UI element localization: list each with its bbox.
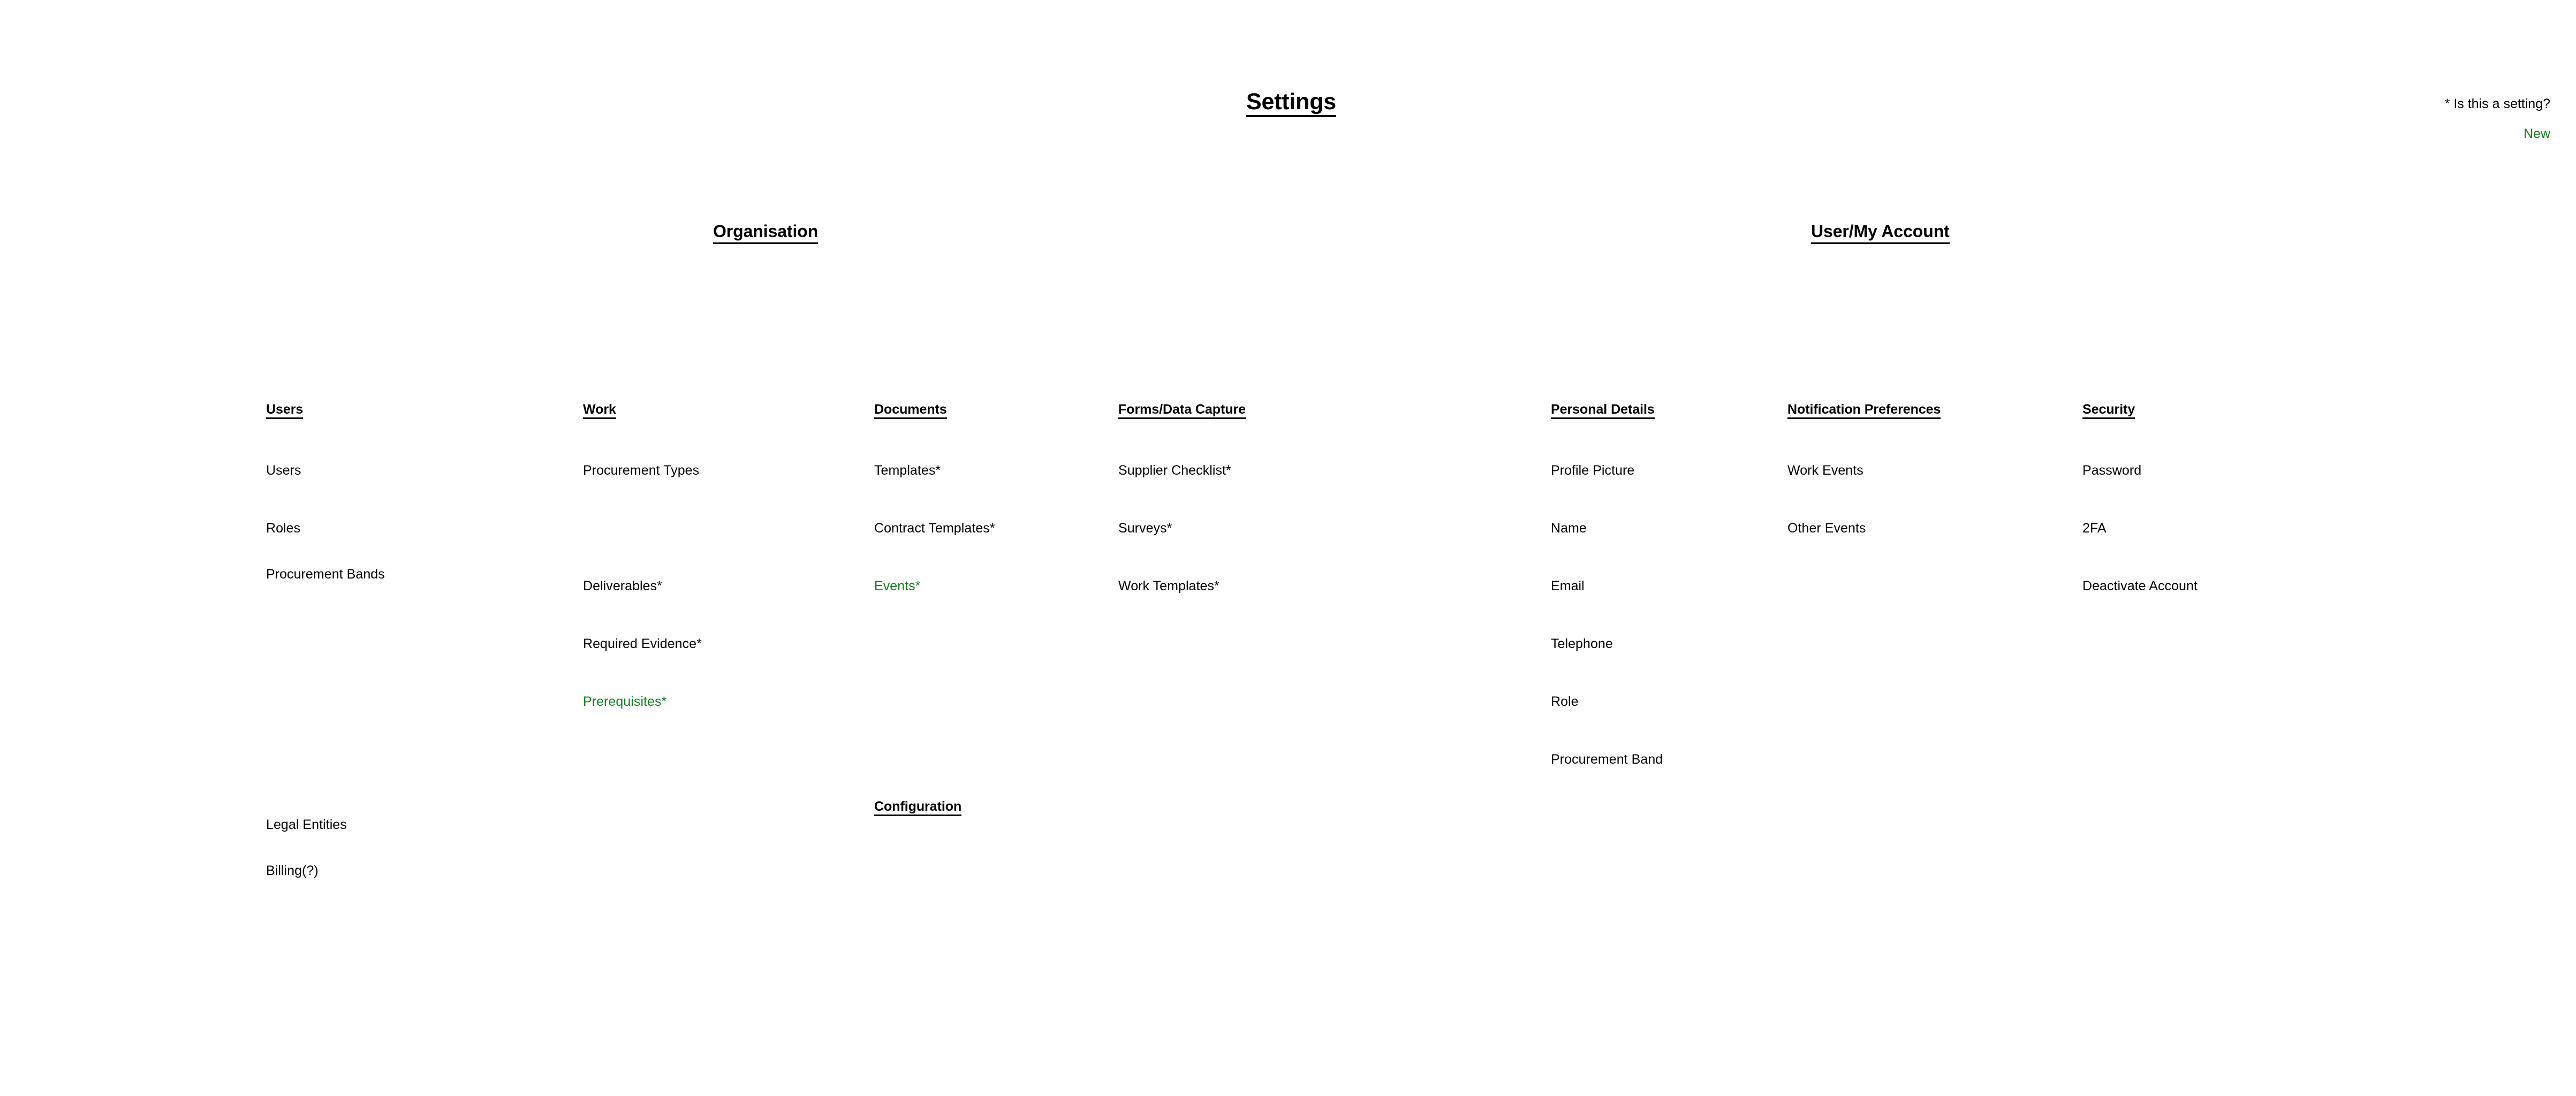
column-header-notification-preferences: Notification Preferences xyxy=(1787,402,1941,420)
list-item[interactable]: Legal Entities xyxy=(266,818,347,832)
list-item[interactable]: Email xyxy=(1551,579,1585,593)
list-item[interactable]: Deactivate Account xyxy=(2082,579,2198,593)
list-item[interactable]: Supplier Checklist* xyxy=(1118,463,1231,478)
list-item[interactable]: Profile Picture xyxy=(1551,463,1634,478)
list-item[interactable]: 2FA xyxy=(2082,521,2107,536)
list-item[interactable]: Prerequisites* xyxy=(583,695,666,709)
list-item[interactable]: Work Templates* xyxy=(1118,579,1219,593)
column-header-security: Security xyxy=(2082,402,2135,420)
section-header-user-account: User/My Account xyxy=(1811,222,1950,244)
list-item[interactable]: Work Events xyxy=(1787,463,1863,478)
list-item[interactable]: Billing(?) xyxy=(266,864,319,878)
list-item[interactable]: Surveys* xyxy=(1118,521,1172,536)
list-item[interactable]: Name xyxy=(1551,521,1587,536)
list-item[interactable]: Password xyxy=(2082,463,2141,478)
list-item[interactable]: Role xyxy=(1551,695,1579,709)
list-item[interactable]: Procurement Bands xyxy=(266,567,385,582)
column-header-configuration: Configuration xyxy=(874,800,961,817)
legend-new-note: New xyxy=(2523,126,2550,141)
column-header-work: Work xyxy=(583,402,616,420)
column-header-documents: Documents xyxy=(874,402,947,420)
list-item[interactable]: Telephone xyxy=(1551,637,1613,651)
legend: * Is this a setting? New xyxy=(2445,89,2550,149)
column-header-personal-details: Personal Details xyxy=(1551,402,1655,420)
legend-setting-note: * Is this a setting? xyxy=(2444,96,2550,111)
list-item[interactable]: Deliverables* xyxy=(583,579,662,593)
list-item[interactable]: Procurement Band xyxy=(1551,752,1663,767)
list-item[interactable]: Events* xyxy=(874,579,921,593)
list-item[interactable]: Other Events xyxy=(1787,521,1866,536)
page-title: Settings xyxy=(1246,90,1336,117)
section-header-organisation: Organisation xyxy=(713,222,818,244)
list-item[interactable]: Users xyxy=(266,463,301,478)
list-item[interactable]: Roles xyxy=(266,521,300,536)
list-item[interactable]: Procurement Types xyxy=(583,463,699,478)
settings-sitemap-canvas: Settings * Is this a setting? New Organi… xyxy=(0,0,2576,1096)
list-item[interactable]: Required Evidence* xyxy=(583,637,702,651)
list-item[interactable]: Templates* xyxy=(874,463,941,478)
column-header-forms-data-capture: Forms/Data Capture xyxy=(1118,402,1246,420)
list-item[interactable]: Contract Templates* xyxy=(874,521,995,536)
column-header-users: Users xyxy=(266,402,303,420)
